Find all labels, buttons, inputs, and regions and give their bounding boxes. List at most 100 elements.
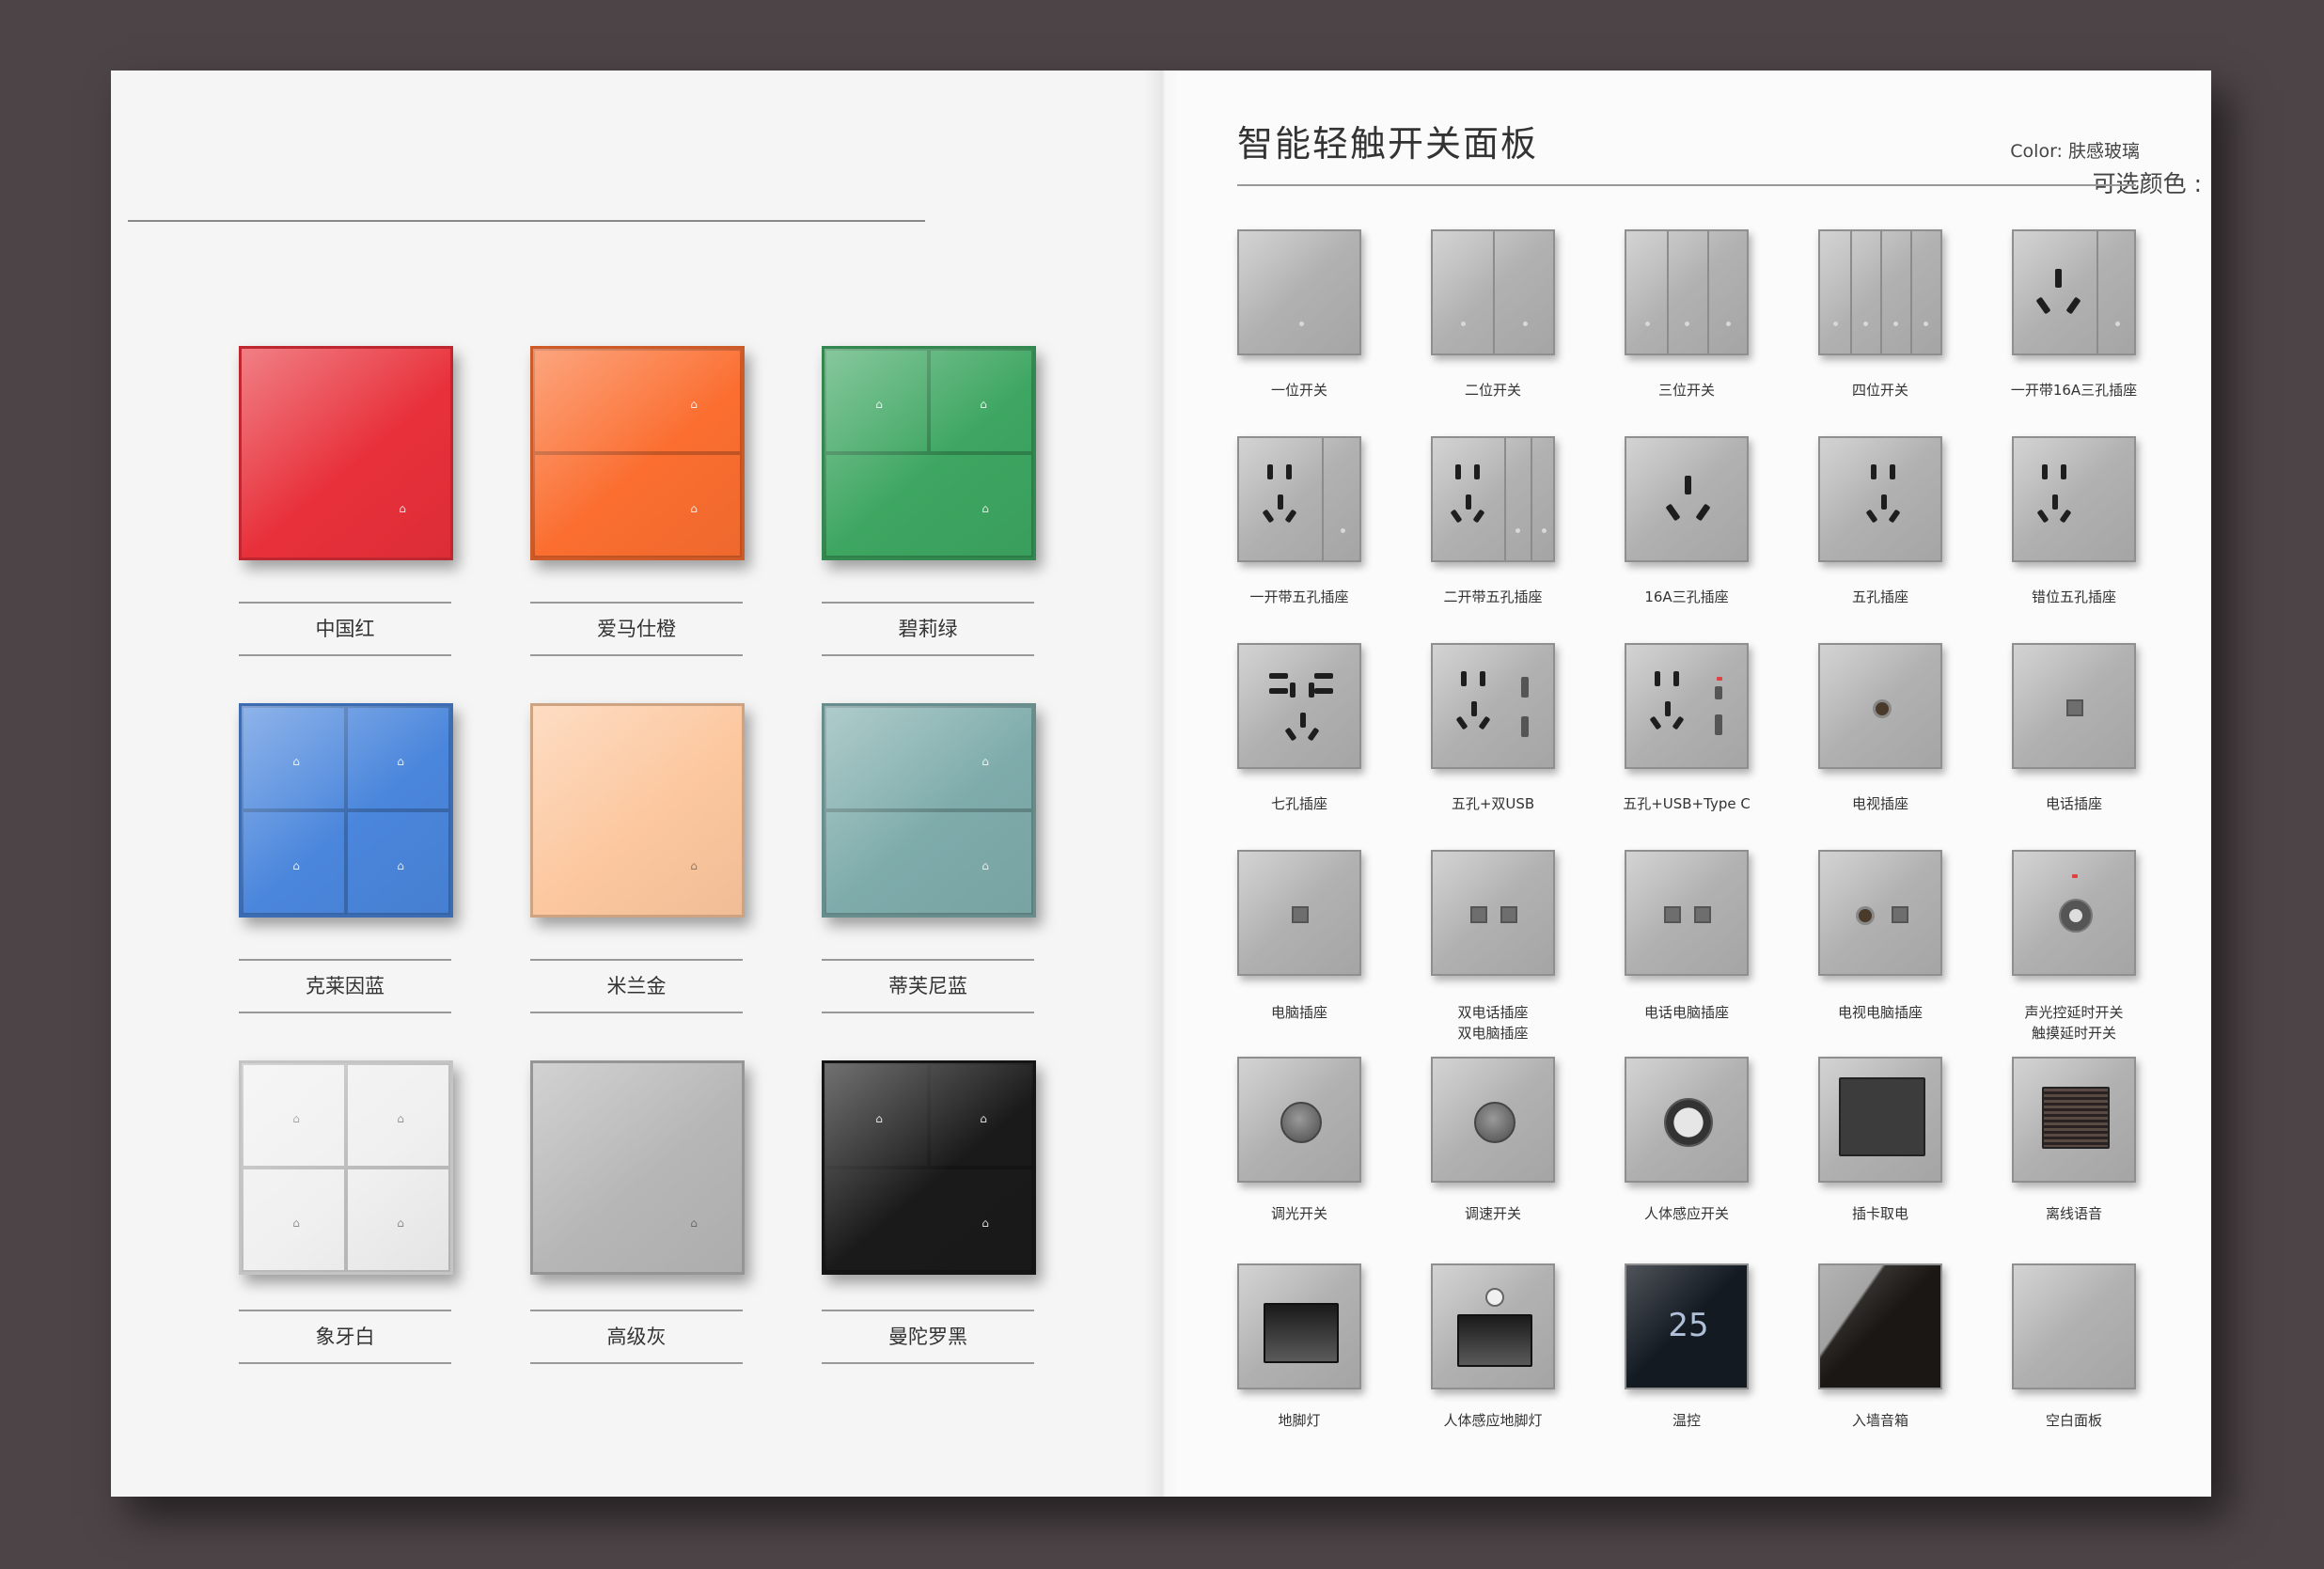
glass-reflection	[1433, 852, 1553, 974]
thermostat-icon: 25	[1625, 1263, 1749, 1389]
in-wall-speaker-icon	[1818, 1263, 1942, 1389]
socket-hole	[1665, 701, 1671, 716]
key-indicator	[1685, 322, 1689, 326]
socket-hole	[1314, 688, 1333, 694]
computer-socket-icon	[1237, 850, 1361, 976]
swatch-label: 碧莉绿	[822, 602, 1034, 656]
double-phone-computer-socket-icon	[1431, 850, 1555, 976]
switch-1-gang-icon	[1237, 229, 1361, 355]
swatch-label: 爱马仕橙	[530, 602, 743, 656]
swatch-label: 克莱因蓝	[239, 959, 451, 1013]
socket-hole	[1461, 671, 1467, 686]
glass-reflection	[824, 1063, 1033, 1272]
key-split	[2096, 231, 2098, 353]
product-label: 五孔+双USB	[1451, 795, 1535, 812]
five-hole-usb-typec-icon	[1625, 643, 1749, 769]
color-swatch: ⌂⌂⌂	[822, 1060, 1036, 1275]
glass-reflection	[1433, 645, 1553, 767]
switch-4-gang-icon	[1818, 229, 1942, 355]
coax-port	[1873, 699, 1892, 718]
key-indicator	[1726, 322, 1731, 326]
motion-sensor	[1664, 1098, 1713, 1147]
sound-light-delay-switch-icon	[2012, 850, 2136, 976]
product-label: 七孔插座	[1270, 795, 1327, 812]
offset-five-hole-socket-icon	[2012, 436, 2136, 562]
sound-sensor	[2059, 899, 2093, 933]
product-label: 调速开关	[1464, 1205, 1521, 1222]
key-split	[1910, 231, 1912, 353]
swatch-label: 中国红	[239, 602, 451, 656]
product-label: 二开带五孔插座	[1443, 588, 1543, 605]
socket-hole	[1309, 683, 1314, 698]
five-hole-socket-icon	[1818, 436, 1942, 562]
swatch-label: 蒂芙尼蓝	[822, 959, 1034, 1013]
voice-grille	[2042, 1087, 2110, 1149]
product-label: 温控	[1672, 1412, 1701, 1429]
socket-hole	[1890, 464, 1895, 479]
socket-hole	[1471, 701, 1477, 716]
key-indicator	[2115, 322, 2120, 326]
glass-reflection	[1239, 645, 1359, 767]
socket-hole	[1673, 671, 1679, 686]
title-divider	[1237, 184, 2136, 186]
swatch-label: 曼陀罗黑	[822, 1310, 1034, 1364]
glass-reflection	[1626, 645, 1747, 767]
key-split	[1880, 231, 1882, 353]
coax-port	[1856, 906, 1875, 925]
key-split	[1667, 231, 1669, 353]
foot-light	[1457, 1314, 1532, 1367]
glass-reflection	[1433, 438, 1553, 560]
dimmer-knob	[1280, 1102, 1322, 1143]
page-title: 智能轻触开关面板	[1237, 123, 1539, 165]
key-indicator	[1645, 322, 1650, 326]
product-label: 入墙音箱	[1851, 1412, 1908, 1429]
glass-reflection	[1820, 438, 1940, 560]
socket-hole	[1466, 494, 1471, 510]
key-indicator	[1515, 528, 1520, 533]
socket-hole	[1290, 683, 1295, 698]
socket-hole	[2042, 464, 2048, 479]
swatch-label: 米兰金	[530, 959, 743, 1013]
socket-hole	[2061, 464, 2066, 479]
key-split	[1850, 231, 1852, 353]
color-swatch: ⌂	[530, 1060, 745, 1275]
glass-reflection	[1820, 1265, 1940, 1388]
color-swatch: ⌂⌂⌂	[822, 346, 1036, 560]
key-indicator	[1924, 322, 1928, 326]
foot-light-icon	[1237, 1263, 1361, 1389]
rj-port	[1292, 906, 1309, 923]
socket-hole	[2052, 494, 2058, 510]
socket-16a-three-hole-icon	[1625, 436, 1749, 562]
key-split	[1531, 438, 1532, 560]
product-label: 16A三孔插座	[1644, 588, 1729, 605]
glass-reflection	[1239, 231, 1359, 353]
socket-hole	[2055, 269, 2062, 288]
color-swatch: ⌂⌂	[822, 703, 1036, 918]
tv-socket-icon	[1818, 643, 1942, 769]
product-label: 一开带16A三孔插座	[2010, 382, 2138, 399]
glass-reflection	[1820, 852, 1940, 974]
glass-reflection	[1239, 438, 1359, 560]
switch-five-hole-socket-icon	[1237, 436, 1361, 562]
glass-reflection	[533, 706, 742, 915]
color-swatch: ⌂⌂	[530, 346, 745, 560]
socket-hole	[1881, 494, 1887, 510]
fan-speed-switch-icon	[1431, 1057, 1555, 1183]
glass-reflection	[824, 706, 1033, 915]
switch-16a-socket-icon	[2012, 229, 2136, 355]
product-label: 五孔插座	[1851, 588, 1908, 605]
glass-reflection	[2014, 1265, 2134, 1388]
key-indicator	[1893, 322, 1898, 326]
tv-computer-socket-icon	[1818, 850, 1942, 976]
card-slot	[1839, 1077, 1925, 1156]
colors-heading: 可选颜色 :	[2092, 170, 2202, 197]
motion-foot-light-icon	[1431, 1263, 1555, 1389]
product-label: 电视插座	[1851, 795, 1908, 812]
socket-hole	[1685, 476, 1691, 494]
key-split	[1322, 438, 1324, 560]
color-swatch: ⌂⌂⌂⌂	[239, 703, 453, 918]
product-label: 一位开关	[1270, 382, 1327, 399]
rj-port	[1892, 906, 1908, 923]
product-label: 二位开关	[1464, 382, 1521, 399]
key-indicator	[1833, 322, 1838, 326]
